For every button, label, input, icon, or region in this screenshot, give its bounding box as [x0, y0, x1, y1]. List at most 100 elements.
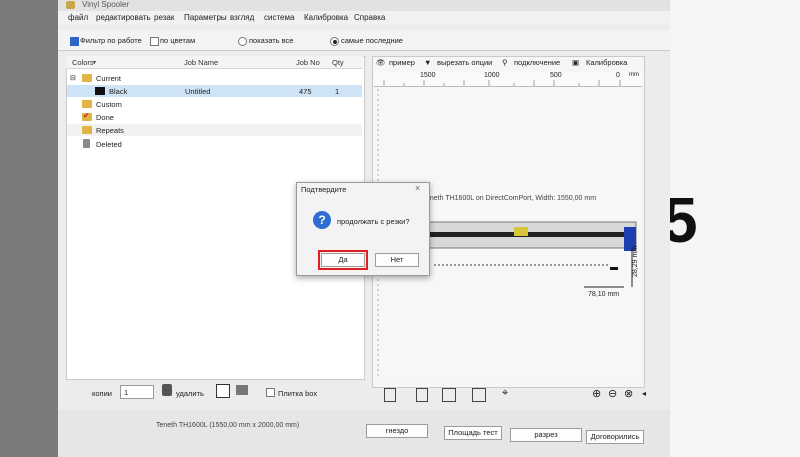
ruler-tick-label: 500	[550, 72, 562, 79]
eye-icon: 👁	[376, 58, 386, 67]
ruler: 1500 1000 500 0 mm	[374, 72, 642, 87]
tab-cut-options[interactable]: вырезать опции	[437, 58, 492, 67]
tree-label: Custom	[96, 100, 122, 109]
device-info: Teneth TH1600L (1550,00 mm x 2000,00 mm)	[156, 422, 300, 429]
tree-row-deleted[interactable]: Deleted	[67, 138, 362, 150]
cut-button[interactable]: разрез	[510, 428, 582, 442]
ruler-ticks	[383, 80, 621, 86]
copies-value: 1	[124, 388, 129, 397]
dialog-title: Подтвердите	[301, 185, 347, 194]
weed-icon[interactable]	[472, 388, 486, 402]
save-icon[interactable]	[216, 384, 230, 398]
menu-parameters[interactable]: Параметры	[184, 13, 227, 22]
menu-system[interactable]: система	[264, 13, 294, 22]
show-all-radio[interactable]	[238, 37, 247, 46]
menu-cutter[interactable]: резак	[154, 13, 174, 22]
delete-label[interactable]: удалить	[176, 389, 204, 398]
agreed-button[interactable]: Договорились	[586, 430, 644, 444]
menu-calibration[interactable]: Калибровка	[304, 13, 348, 22]
checkmark-icon: ✔	[83, 111, 90, 120]
footer-bar: Teneth TH1600L (1550,00 mm x 2000,00 mm)…	[58, 410, 670, 457]
nest-button[interactable]: гнездо	[366, 424, 428, 438]
tree-row-custom[interactable]: Custom	[67, 98, 362, 110]
trash-icon	[83, 139, 90, 148]
tile-box-checkbox[interactable]	[266, 388, 275, 397]
tree-row-repeats[interactable]: Repeats	[67, 124, 362, 136]
zoom-out-icon[interactable]: ⊖	[608, 387, 617, 400]
job-no-cell: 475	[299, 87, 312, 96]
close-icon[interactable]: ×	[415, 183, 420, 193]
cut-options-icon: ▼	[424, 58, 432, 67]
tree-row-done[interactable]: ✔ Done	[67, 111, 362, 123]
by-colors-label: по цветам	[160, 36, 196, 45]
yes-button[interactable]: Да	[318, 250, 368, 270]
dialog-message: продолжать с резки?	[337, 217, 410, 226]
tab-preview[interactable]: пример	[389, 58, 415, 67]
zoom-fit-icon[interactable]: ⊗	[624, 387, 633, 400]
color-swatch-icon	[95, 87, 105, 95]
tree-label: Done	[96, 113, 114, 122]
folder-icon	[82, 100, 92, 108]
by-colors-checkbox[interactable]	[150, 37, 159, 46]
tile-box-label: Плитка box	[278, 389, 318, 398]
layers-icon[interactable]	[384, 388, 396, 402]
col-job-no[interactable]: Job No	[296, 58, 320, 67]
dim-horizontal: 78,10 mm	[588, 291, 620, 298]
show-all-label: показать все	[249, 36, 294, 45]
filter-toolbar: Фильтр по работе по цветам показать все …	[58, 30, 670, 51]
filter-by-job-checkbox[interactable]	[70, 37, 79, 46]
delete-icon[interactable]	[162, 384, 172, 396]
sort-down-icon[interactable]: ▼	[92, 60, 97, 66]
menu-file[interactable]: файл	[68, 13, 88, 22]
menu-bar: файл редактировать резак Параметры взгля…	[58, 11, 670, 25]
connection-icon: ⚲	[502, 58, 508, 67]
test-area-button[interactable]: Площадь тест	[444, 426, 502, 440]
plotter-icon[interactable]	[442, 388, 456, 402]
ruler-tick-label: 0	[616, 72, 620, 79]
print-icon[interactable]	[236, 385, 248, 395]
folder-icon	[82, 74, 92, 82]
menu-view[interactable]: взгляд	[230, 13, 254, 22]
latest-radio[interactable]	[330, 37, 339, 46]
jobs-table-header: Colors ▼ Job Name Job No Qty	[66, 56, 363, 69]
col-qty[interactable]: Qty	[332, 58, 344, 67]
qty-cell: 1	[335, 87, 340, 96]
confirm-dialog: Подтвердите × ? продолжать с резки? Да Н…	[296, 182, 430, 276]
copies-label: копии	[92, 389, 112, 398]
collapse-icon[interactable]: ◂	[642, 389, 646, 398]
tree-row-current[interactable]: ⊟ Current	[67, 72, 362, 84]
expand-icon[interactable]: ⊟	[70, 74, 76, 82]
title-bar	[58, 0, 670, 11]
job-name-cell: Untitled	[185, 87, 211, 96]
desk-background	[0, 0, 58, 457]
no-button[interactable]: Нет	[375, 253, 419, 267]
col-colors[interactable]: Colors	[72, 58, 94, 67]
latest-label: самые последние	[341, 36, 403, 45]
dim-vertical: 28,29 mm	[632, 245, 639, 277]
question-icon: ?	[313, 211, 331, 229]
tree-label: Repeats	[96, 126, 124, 135]
tab-connection[interactable]: подключение	[514, 58, 560, 67]
folder-icon	[82, 126, 92, 134]
tree-row-black[interactable]: Black Untitled 475 1	[67, 85, 362, 97]
ruler-unit: mm	[629, 72, 639, 78]
tree-label: Black	[109, 87, 128, 96]
window-title: Vinyl Spooler	[82, 0, 129, 9]
filter-by-job-label: Фильтр по работе	[80, 36, 142, 45]
ruler-tick-label: 1500	[420, 72, 436, 79]
copies-input[interactable]: 1	[120, 385, 154, 399]
calibration-icon: ▣	[572, 58, 580, 67]
bottom-controls: копии 1 удалить Плитка box ⌖ ⊕ ⊖ ⊗ ◂	[58, 380, 670, 410]
tree-label: Current	[96, 74, 122, 83]
zoom-in-icon[interactable]: ⊕	[592, 387, 601, 400]
document-icon[interactable]	[416, 388, 428, 402]
ruler-tick-label: 1000	[484, 72, 500, 79]
tree-label: Deleted	[96, 140, 122, 149]
tab-calibration[interactable]: Калибровка	[586, 58, 627, 67]
menu-help[interactable]: Справка	[354, 13, 385, 22]
menu-edit[interactable]: редактировать	[96, 13, 151, 22]
app-icon	[66, 1, 75, 9]
plotter-label: eneth TH1600L on DirectComPort, Width: 1…	[426, 195, 597, 202]
col-job-name[interactable]: Job Name	[184, 58, 218, 67]
crosshair-icon[interactable]: ⌖	[502, 387, 508, 400]
